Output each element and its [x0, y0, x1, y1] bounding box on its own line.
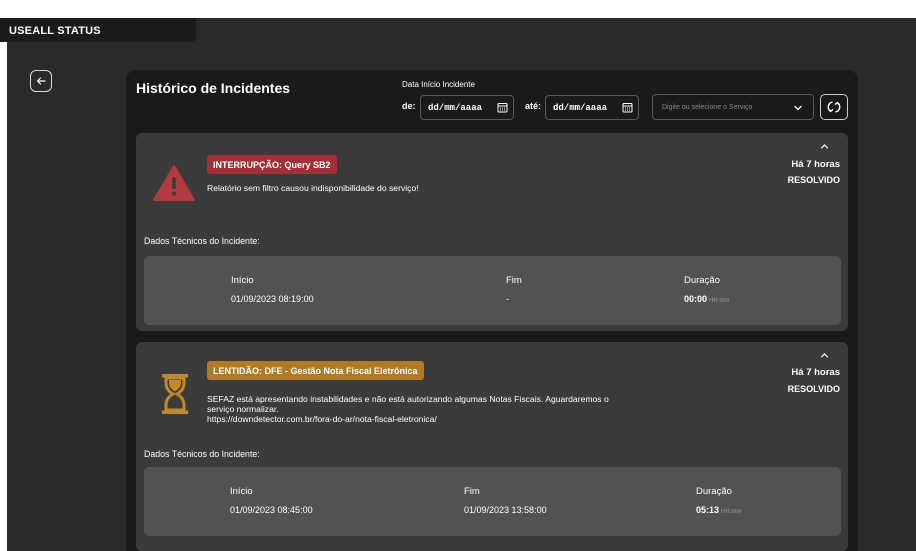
incident-badge: INTERRUPÇÃO: Query SB2	[207, 155, 337, 174]
incident-badge: LENTIDÃO: DFE - Gestão Nota Fiscal Eletr…	[207, 361, 424, 380]
duration-value: 00:00	[684, 294, 708, 304]
incident-card: INTERRUPÇÃO: Query SB2 Relatório sem fil…	[136, 133, 848, 331]
calendar-icon[interactable]	[622, 102, 633, 113]
technical-data-box: Início 01/09/2023 08:19:00 Fim - Duração…	[144, 256, 841, 325]
duration-label: Duração	[696, 486, 732, 497]
incident-card: LENTIDÃO: DFE - Gestão Nota Fiscal Eletr…	[136, 342, 848, 551]
duration-field: 00:00 HH:mm	[684, 294, 729, 304]
technical-data-box: Início 01/09/2023 08:45:00 Fim 01/09/202…	[144, 467, 841, 536]
duration-unit: HH:mm	[721, 509, 742, 515]
back-button[interactable]	[30, 70, 52, 92]
end-label: Fim	[464, 486, 480, 497]
chevron-up-icon[interactable]	[820, 352, 829, 359]
date-to-label: até:	[525, 101, 542, 111]
incident-description-line: SEFAZ está apresentando instabilidades e…	[207, 394, 609, 404]
incident-history-panel: Histórico de Incidentes Data Início Inci…	[126, 70, 858, 551]
incident-description-line: serviço normalizar.	[207, 404, 279, 415]
date-to-input[interactable]: dd/mm/aaaa	[545, 95, 639, 120]
warning-icon	[153, 165, 195, 201]
left-edge	[0, 42, 7, 551]
start-label: Início	[231, 275, 254, 286]
refresh-icon	[827, 101, 841, 113]
top-strip	[0, 0, 916, 18]
date-from-label: de:	[402, 101, 416, 111]
date-filter-caption: Data Início Incidente	[402, 80, 475, 89]
hourglass-icon	[162, 374, 188, 414]
date-from-value: dd/mm/aaaa	[428, 102, 483, 113]
duration-field: 05:13 HH:mm	[696, 505, 741, 515]
refresh-button[interactable]	[820, 94, 848, 120]
duration-unit: HH:mm	[709, 298, 730, 304]
incident-time-ago: Há 7 horas	[791, 159, 840, 170]
incident-description-link: https://downdetector.com.br/fora-do-ar/n…	[207, 414, 437, 425]
arrow-left-icon	[36, 77, 46, 85]
end-value: -	[506, 294, 509, 304]
page-title: Histórico de Incidentes	[136, 80, 291, 96]
incident-description: Relatório sem filtro causou indisponibil…	[207, 183, 419, 193]
duration-label: Duração	[684, 275, 720, 286]
service-select-placeholder: Digite ou selecione o Serviço	[662, 103, 753, 111]
start-value: 01/09/2023 08:45:00	[230, 505, 313, 515]
start-value: 01/09/2023 08:19:00	[231, 294, 314, 304]
technical-data-label: Dados Técnicos do Incidente:	[144, 449, 260, 459]
technical-data-label: Dados Técnicos do Incidente:	[144, 236, 260, 246]
end-value: 01/09/2023 13:58:00	[464, 505, 547, 515]
incident-description: SEFAZ está apresentando instabilidades e…	[207, 394, 687, 424]
chevron-up-icon[interactable]	[820, 143, 829, 150]
end-label: Fim	[506, 275, 522, 286]
duration-value: 05:13	[696, 505, 720, 515]
incident-time-ago: Há 7 horas	[791, 367, 840, 378]
service-select[interactable]: Digite ou selecione o Serviço	[652, 94, 814, 120]
incident-status: RESOLVIDO	[787, 384, 840, 394]
date-from-input[interactable]: dd/mm/aaaa	[420, 95, 514, 120]
calendar-icon[interactable]	[497, 102, 508, 113]
date-to-value: dd/mm/aaaa	[553, 102, 608, 113]
start-label: Início	[230, 486, 253, 497]
incident-status: RESOLVIDO	[787, 175, 840, 185]
chevron-down-icon	[794, 105, 802, 111]
app-title: USEALL STATUS	[0, 18, 196, 42]
